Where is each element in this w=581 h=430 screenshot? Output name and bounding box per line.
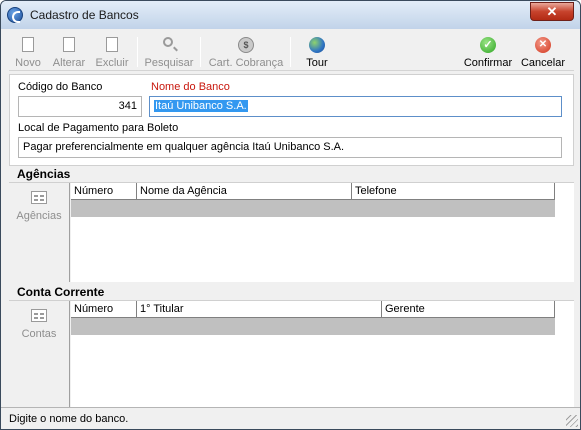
agencias-side-label: Agências: [16, 210, 62, 222]
new-document-icon: [22, 37, 34, 52]
edit-document-icon: [63, 37, 75, 52]
toolbar: Novo Alterar Excluir Pesquisar $ Cart. C…: [9, 31, 574, 71]
status-bar: Digite o nome do banco.: [1, 407, 580, 429]
cart-cobranca-label: Cart. Cobrança: [208, 57, 284, 69]
toolbar-separator: [137, 37, 138, 67]
nome-label: Nome do Banco: [151, 81, 230, 93]
pesquisar-button[interactable]: Pesquisar: [143, 35, 195, 69]
codigo-field[interactable]: 341: [18, 96, 142, 117]
coin-icon: $: [238, 37, 254, 53]
table-row[interactable]: [71, 200, 555, 217]
window: Cadastro de Bancos ✕ Novo Alterar Exclui…: [0, 0, 581, 430]
novo-label: Novo: [15, 57, 41, 69]
tour-label: Tour: [306, 57, 328, 69]
contas-side-button[interactable]: Contas: [9, 301, 70, 407]
local-label: Local de Pagamento para Boleto: [18, 122, 179, 134]
list-icon: [31, 191, 47, 204]
agencias-side-button[interactable]: Agências: [9, 183, 70, 282]
toolbar-separator: [290, 37, 291, 67]
excluir-button[interactable]: Excluir: [93, 35, 131, 69]
column-header[interactable]: 1° Titular: [137, 301, 382, 318]
confirmar-button[interactable]: ✓ Confirmar: [461, 35, 515, 69]
globe-icon: [309, 37, 325, 53]
alterar-button[interactable]: Alterar: [49, 35, 89, 69]
close-icon: ✕: [546, 4, 558, 19]
alterar-label: Alterar: [52, 57, 86, 69]
cancelar-button[interactable]: ✕ Cancelar: [519, 35, 567, 69]
contas-grid-header: Número 1° Titular Gerente: [71, 301, 555, 318]
agencias-title: Agências: [17, 167, 71, 181]
conta-corrente-section: Contas Número 1° Titular Gerente: [9, 300, 574, 407]
nome-field[interactable]: Itaú Unibanco S.A.: [149, 96, 562, 117]
close-button[interactable]: ✕: [530, 2, 574, 21]
cancel-icon: ✕: [535, 37, 551, 53]
tour-button[interactable]: Tour: [301, 35, 333, 69]
confirmar-label: Confirmar: [463, 57, 513, 69]
title-bar: Cadastro de Bancos ✕: [1, 1, 580, 29]
excluir-label: Excluir: [95, 57, 129, 69]
pesquisar-label: Pesquisar: [144, 57, 194, 69]
codigo-label: Código do Banco: [18, 81, 103, 93]
table-row[interactable]: [71, 318, 555, 335]
resize-grip-icon[interactable]: [566, 415, 578, 427]
contas-grid[interactable]: Número 1° Titular Gerente: [71, 301, 574, 407]
agencias-grid[interactable]: Número Nome da Agência Telefone: [71, 183, 574, 282]
nome-value: Itaú Unibanco S.A.: [154, 100, 248, 112]
check-icon: ✓: [480, 37, 496, 53]
local-field[interactable]: Pagar preferencialmente em qualquer agên…: [18, 137, 562, 158]
column-header[interactable]: Nome da Agência: [137, 183, 352, 200]
column-header[interactable]: Número: [71, 301, 137, 318]
column-header[interactable]: Número: [71, 183, 137, 200]
list-icon: [31, 309, 47, 322]
contas-side-label: Contas: [21, 328, 57, 340]
novo-button[interactable]: Novo: [9, 35, 47, 69]
column-header[interactable]: Telefone: [352, 183, 555, 200]
conta-corrente-title: Conta Corrente: [17, 285, 105, 299]
agencias-grid-header: Número Nome da Agência Telefone: [71, 183, 555, 200]
cart-cobranca-button[interactable]: $ Cart. Cobrança: [206, 35, 286, 69]
cancelar-label: Cancelar: [520, 57, 566, 69]
column-header[interactable]: Gerente: [382, 301, 555, 318]
bank-form: Código do Banco 341 Nome do Banco Itaú U…: [9, 74, 574, 166]
search-icon: [163, 37, 173, 47]
delete-document-icon: [106, 37, 118, 52]
agencias-section: Agências Número Nome da Agência Telefone: [9, 182, 574, 282]
app-icon: [7, 7, 23, 23]
toolbar-separator: [200, 37, 201, 67]
window-title: Cadastro de Bancos: [30, 8, 139, 22]
status-message: Digite o nome do banco.: [9, 413, 129, 425]
